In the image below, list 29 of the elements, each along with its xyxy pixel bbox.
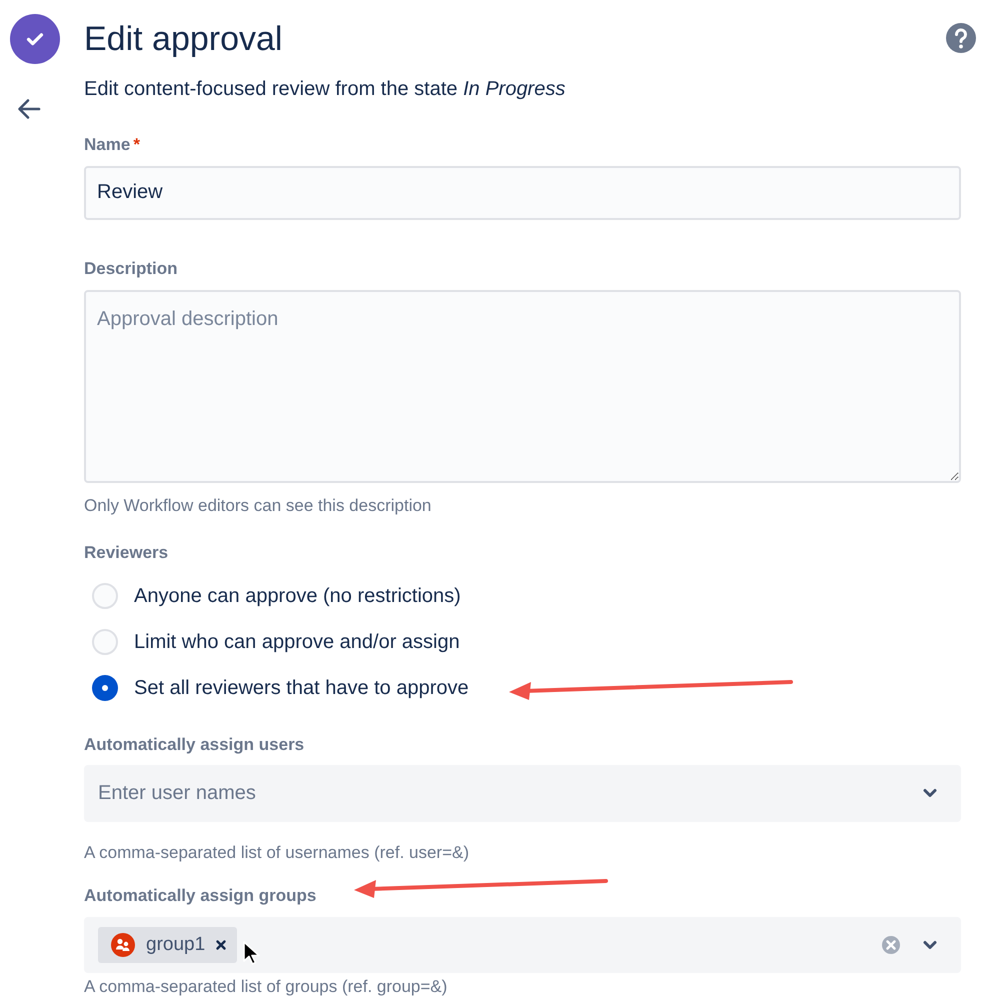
field-label: Reviewers <box>84 542 170 564</box>
helper-text: A comma-separated list of groups (ref. group=&) <box>84 976 448 997</box>
field-label: Automatically assign groups <box>84 885 316 908</box>
field-label: Automatically assign users <box>84 734 306 756</box>
radio-button[interactable] <box>92 674 118 701</box>
group-select-field[interactable]: group1 <box>84 916 961 973</box>
radio-label[interactable]: Set all reviewers that have to approve <box>134 672 469 704</box>
required-asterisk: * <box>133 134 140 156</box>
radio-label[interactable]: Limit who can approve and/or assign <box>134 626 460 658</box>
name-input-field[interactable]: Review <box>84 166 961 220</box>
user-select-field[interactable]: Enter user names <box>84 765 961 822</box>
field-label: Name <box>84 134 130 156</box>
group-icon <box>110 932 136 958</box>
back-arrow-icon[interactable] <box>17 98 41 120</box>
radio-button[interactable] <box>92 582 118 609</box>
placeholder-text: Enter user names <box>98 781 256 806</box>
helper-text: A comma-separated list of usernames (ref. user=&) <box>84 842 470 864</box>
subtitle-text: Edit content-focused review from the state In Progress <box>84 77 566 102</box>
radio-button[interactable] <box>92 628 118 655</box>
chevron-down-icon[interactable] <box>923 940 937 950</box>
remove-icon[interactable] <box>215 938 228 951</box>
field-label: Description <box>84 258 179 280</box>
chevron-down-icon[interactable] <box>923 788 937 798</box>
help-icon[interactable] <box>945 22 977 54</box>
page-title: Edit approval <box>84 19 282 60</box>
helper-text: Only Workflow editors can see this description <box>84 494 432 517</box>
radio-label[interactable]: Anyone can approve (no restrictions) <box>134 580 461 612</box>
description-textarea[interactable]: Approval description <box>84 290 961 483</box>
tag-label: group1 <box>146 932 206 956</box>
